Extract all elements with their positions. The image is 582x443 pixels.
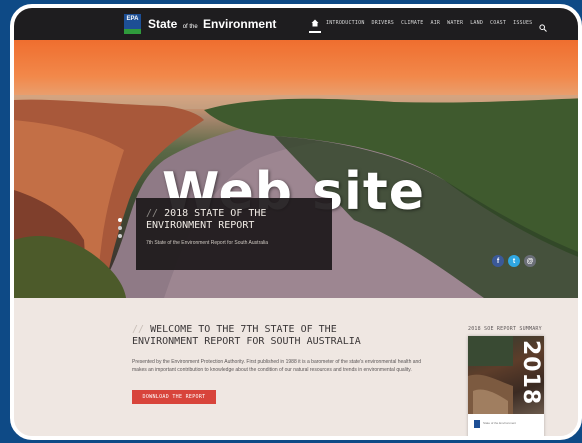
hero-title-line1: 2018 STATE OF THE — [164, 208, 267, 219]
welcome-line2: ENVIRONMENT REPORT FOR SOUTH AUSTRALIA — [132, 336, 361, 347]
main-content: // WELCOME TO THE 7TH STATE OF THE ENVIR… — [14, 298, 578, 436]
search-icon[interactable] — [539, 19, 548, 32]
logo-bar — [124, 29, 141, 34]
slider-dot-2[interactable] — [118, 226, 122, 230]
site-title-main: State — [148, 17, 178, 31]
welcome-body-text: Presented by the Environment Protection … — [132, 359, 422, 373]
hero-report-subtitle: 7th State of the Environment Report for … — [146, 240, 269, 246]
home-icon[interactable] — [309, 19, 321, 33]
main-nav: INTRODUCTION DRIVERS CLIMATE AIR WATER L… — [309, 19, 548, 33]
hero-report-box[interactable]: // 2018 STATE OF THE ENVIRONMENT REPORT … — [136, 198, 332, 270]
twitter-icon[interactable]: t — [508, 255, 520, 267]
report-summary-card[interactable]: 2018 State of the Environment — [468, 336, 544, 436]
welcome-line1: WELCOME TO THE 7TH STATE OF THE — [150, 324, 337, 335]
cover-footer-text: State of the Environment — [483, 421, 517, 425]
home-active-indicator — [309, 31, 321, 33]
slider-dot-3[interactable] — [118, 234, 122, 238]
nav-issues[interactable]: ISSUES — [513, 20, 532, 26]
site-title-small: of the — [182, 24, 198, 30]
nav-air[interactable]: AIR — [431, 20, 441, 26]
email-icon[interactable]: @ — [524, 255, 536, 267]
download-report-button[interactable]: DOWNLOAD THE REPORT — [132, 390, 216, 404]
cover-year: 2018 — [518, 340, 543, 406]
welcome-heading: // WELCOME TO THE 7TH STATE OF THE ENVIR… — [132, 324, 452, 348]
hero-title-line2: ENVIRONMENT REPORT — [146, 220, 255, 231]
hero-banner: Web site // 2018 STATE OF THE ENVIRONMEN… — [14, 40, 578, 298]
hero-title-slash: // — [146, 208, 159, 219]
site-title[interactable]: State of the Environment — [148, 17, 276, 31]
site-title-end: Environment — [203, 17, 277, 31]
report-cover-image: 2018 — [468, 336, 544, 414]
nav-coast[interactable]: COAST — [490, 20, 506, 26]
nav-drivers[interactable]: DRIVERS — [372, 20, 394, 26]
browser-frame: EPA State of the Environment INTRODUCTIO… — [10, 4, 582, 440]
facebook-icon[interactable]: f — [492, 255, 504, 267]
welcome-slash: // — [132, 324, 145, 335]
site-header: EPA State of the Environment INTRODUCTIO… — [14, 8, 578, 40]
nav-climate[interactable]: CLIMATE — [401, 20, 423, 26]
slider-dots — [118, 218, 122, 238]
slider-dot-1[interactable] — [118, 218, 122, 222]
epa-logo[interactable]: EPA — [124, 14, 141, 34]
cover-footer: State of the Environment — [468, 414, 544, 436]
logo-text: EPA — [126, 16, 139, 22]
nav-introduction[interactable]: INTRODUCTION — [326, 20, 365, 26]
nav-land[interactable]: LAND — [470, 20, 483, 26]
summary-label: 2018 SOE REPORT SUMMARY — [468, 326, 542, 332]
cover-epa-logo — [474, 420, 480, 428]
nav-water[interactable]: WATER — [447, 20, 463, 26]
hero-report-title: // 2018 STATE OF THE ENVIRONMENT REPORT — [146, 208, 322, 232]
social-share: f t @ — [492, 255, 536, 267]
